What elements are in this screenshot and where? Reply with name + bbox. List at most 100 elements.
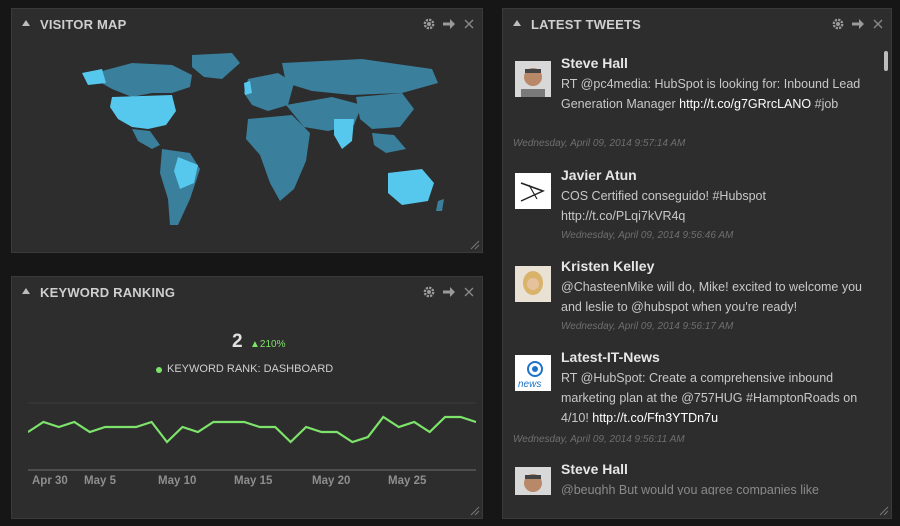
rank-delta: ▲210% (250, 339, 286, 350)
data-point (258, 426, 261, 428)
world-map (72, 49, 452, 239)
latest-tweets-header[interactable]: LATEST TWEETS (503, 9, 891, 39)
tweet-body: @ChasteenMike will do, Mike! excited to … (561, 280, 863, 314)
arrow-right-icon[interactable] (442, 285, 456, 299)
tweet-author[interactable]: Javier Atun (561, 167, 637, 183)
data-point (166, 441, 168, 443)
avatar[interactable] (515, 266, 551, 302)
tweet-text: COS Certified conseguido! #Hubspot http:… (561, 186, 871, 226)
data-point (243, 421, 246, 423)
rank-delta-value: 210% (259, 339, 286, 350)
map-alaska (82, 69, 106, 85)
scrollbar-thumb[interactable] (884, 51, 888, 71)
avatar[interactable] (515, 467, 551, 495)
gear-icon[interactable] (422, 285, 436, 299)
data-point (382, 416, 385, 418)
data-point (397, 426, 400, 428)
gear-icon[interactable] (422, 17, 436, 31)
svg-text:news: news (518, 379, 541, 390)
data-point (197, 431, 199, 433)
latest-tweets-panel: LATEST TWEETS Steve Hall RT @pc4media: H… (502, 8, 892, 519)
map-india (334, 119, 354, 149)
data-point (119, 426, 122, 428)
map-russia (282, 59, 438, 95)
tweet-timestamp: Wednesday, April 09, 2014 9:57:14 AM (513, 138, 686, 149)
avatar[interactable] (515, 61, 551, 97)
tweet-link[interactable]: http://t.co/g7GRrcLANO (679, 97, 811, 111)
data-point (367, 436, 369, 438)
close-icon[interactable] (462, 285, 476, 299)
map-east-asia (356, 93, 414, 129)
data-point (444, 416, 446, 418)
visitor-map-panel: VISITOR MAP (11, 8, 483, 253)
x-tick-label: May 10 (158, 475, 197, 487)
close-icon[interactable] (871, 17, 885, 31)
data-point (336, 431, 338, 433)
tweet-item: news Latest-IT-News RT @HubSpot: Create … (509, 343, 881, 455)
tweet-author[interactable]: Steve Hall (561, 461, 628, 477)
map-se-asia (372, 133, 406, 153)
close-icon[interactable] (462, 17, 476, 31)
data-point (135, 426, 137, 428)
data-point (274, 426, 276, 428)
collapse-icon[interactable] (513, 20, 521, 26)
tweet-author[interactable]: Kristen Kelley (561, 258, 654, 274)
tweet-item: Javier Atun COS Certified conseguido! #H… (509, 161, 881, 252)
data-point (305, 426, 307, 428)
resize-handle-icon[interactable] (468, 504, 480, 516)
tweet-timestamp: Wednesday, April 09, 2014 9:56:11 AM (513, 434, 685, 445)
keyword-rank-value: 2 (232, 331, 243, 352)
data-point (181, 426, 184, 428)
data-point (42, 421, 45, 423)
resize-handle-icon[interactable] (468, 238, 480, 250)
tweet-author[interactable]: Latest-IT-News (561, 349, 660, 365)
data-point (351, 441, 354, 443)
visitor-map-header[interactable]: VISITOR MAP (12, 9, 482, 39)
tweet-item: Steve Hall RT @pc4media: HubSpot is look… (509, 49, 881, 161)
gear-icon[interactable] (831, 17, 845, 31)
panel-title: VISITOR MAP (40, 17, 127, 32)
data-point (320, 431, 323, 433)
data-point (289, 441, 292, 443)
keyword-ranking-panel: KEYWORD RANKING 2 ▲210% KEYWORD RANK: DA… (11, 276, 483, 519)
tweet-timestamp: Wednesday, April 09, 2014 9:56:46 AM (561, 230, 734, 241)
series-line (28, 415, 476, 444)
tweet-text: RT @HubSpot: Create a comprehensive inbo… (561, 368, 871, 428)
tweet-author[interactable]: Steve Hall (561, 55, 628, 71)
avatar[interactable] (515, 173, 551, 209)
tweet-item: Kristen Kelley @ChasteenMike will do, Mi… (509, 252, 881, 343)
tweet-body-tail: #job (811, 97, 839, 111)
tweet-body: @beughh But would you agree companies li… (561, 483, 819, 495)
map-africa (246, 115, 310, 201)
x-tick-label: May 5 (84, 475, 116, 487)
map-australia (388, 169, 434, 205)
tweet-item: Steve Hall @beughh But would you agree c… (509, 455, 881, 495)
tweet-text: RT @pc4media: HubSpot is looking for: In… (561, 74, 871, 114)
x-tick-label: May 15 (234, 475, 273, 487)
collapse-icon[interactable] (22, 20, 30, 26)
tweet-link[interactable]: http://t.co/Ffn3YTDn7u (592, 411, 718, 425)
x-tick-label: May 20 (312, 475, 351, 487)
collapse-icon[interactable] (22, 288, 30, 294)
map-canada (98, 63, 192, 97)
arrow-right-icon[interactable] (851, 17, 865, 31)
resize-handle-icon[interactable] (877, 504, 889, 516)
tweet-text: @ChasteenMike will do, Mike! excited to … (561, 277, 871, 317)
keyword-ranking-header[interactable]: KEYWORD RANKING (12, 277, 482, 307)
tweet-text: @beughh But would you agree companies li… (561, 480, 871, 495)
arrow-right-icon[interactable] (442, 17, 456, 31)
data-point (459, 416, 462, 418)
avatar[interactable]: news (515, 355, 551, 391)
data-point (228, 421, 230, 423)
legend-label: KEYWORD RANK: DASHBOARD (167, 363, 334, 375)
data-point (428, 431, 431, 433)
map-new-zealand (436, 199, 444, 211)
panel-title: LATEST TWEETS (531, 17, 641, 32)
data-point (212, 421, 215, 423)
tweet-list[interactable]: Steve Hall RT @pc4media: HubSpot is look… (509, 49, 881, 495)
data-point (73, 421, 76, 423)
map-usa (110, 95, 176, 129)
data-point (150, 421, 153, 423)
legend-dot (156, 367, 162, 373)
tweet-timestamp: Wednesday, April 09, 2014 9:56:17 AM (561, 321, 734, 332)
